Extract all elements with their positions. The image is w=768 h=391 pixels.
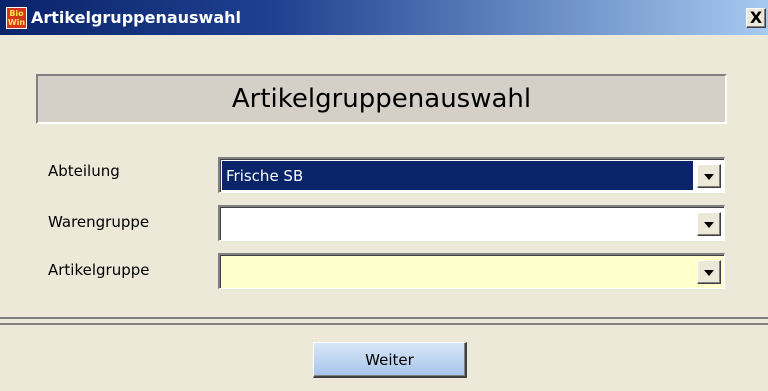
artikelgruppe-dropdown-button[interactable]: [697, 260, 721, 284]
page-title: Artikelgruppenauswahl: [231, 84, 532, 114]
window-title: Artikelgruppenauswahl: [31, 8, 241, 27]
abteilung-select[interactable]: Frische SB: [218, 157, 725, 193]
abteilung-label: Abteilung: [48, 162, 120, 180]
warengruppe-dropdown-button[interactable]: [697, 212, 721, 236]
title-bar[interactable]: Bio Win Artikelgruppenauswahl X: [0, 0, 768, 35]
close-icon: X: [749, 8, 763, 27]
warengruppe-label: Warengruppe: [48, 213, 150, 231]
close-button[interactable]: X: [746, 8, 766, 28]
artikelgruppe-label: Artikelgruppe: [48, 261, 150, 279]
artikelgruppe-select[interactable]: [218, 253, 725, 289]
biowin-app-icon: Bio Win: [6, 7, 27, 29]
chevron-down-icon: [704, 222, 714, 228]
chevron-down-icon: [704, 174, 714, 180]
chevron-down-icon: [704, 270, 714, 276]
app-icon-text-top: Bio: [9, 9, 24, 18]
app-icon-text-bottom: Win: [7, 18, 26, 27]
abteilung-value: Frische SB: [226, 166, 304, 185]
heading-banner: Artikelgruppenauswahl: [36, 74, 727, 124]
abteilung-dropdown-button[interactable]: [697, 164, 721, 188]
divider: [0, 317, 768, 325]
warengruppe-select[interactable]: [218, 205, 725, 241]
weiter-button[interactable]: Weiter: [313, 342, 467, 378]
dialog-window: Bio Win Artikelgruppenauswahl X Artikelg…: [0, 0, 768, 391]
